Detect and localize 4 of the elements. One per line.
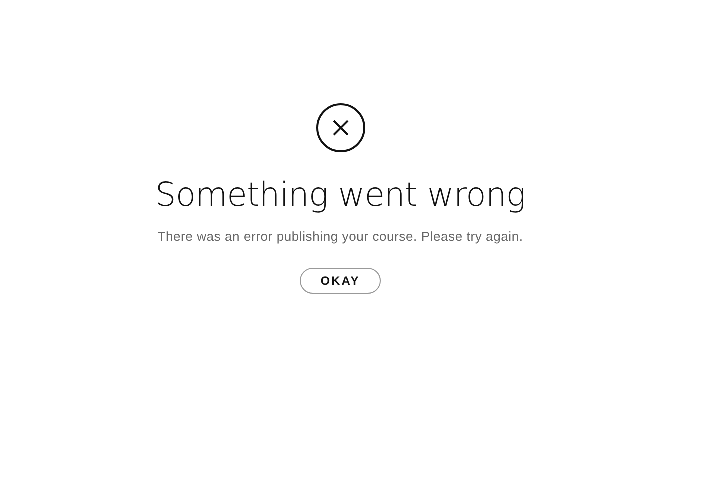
dialog-title: Something went wrong: [155, 175, 526, 215]
okay-button[interactable]: OKAY: [300, 268, 381, 294]
error-message: There was an error publishing your course. Please try again.: [158, 229, 524, 244]
error-x-circle-icon: [316, 103, 366, 153]
